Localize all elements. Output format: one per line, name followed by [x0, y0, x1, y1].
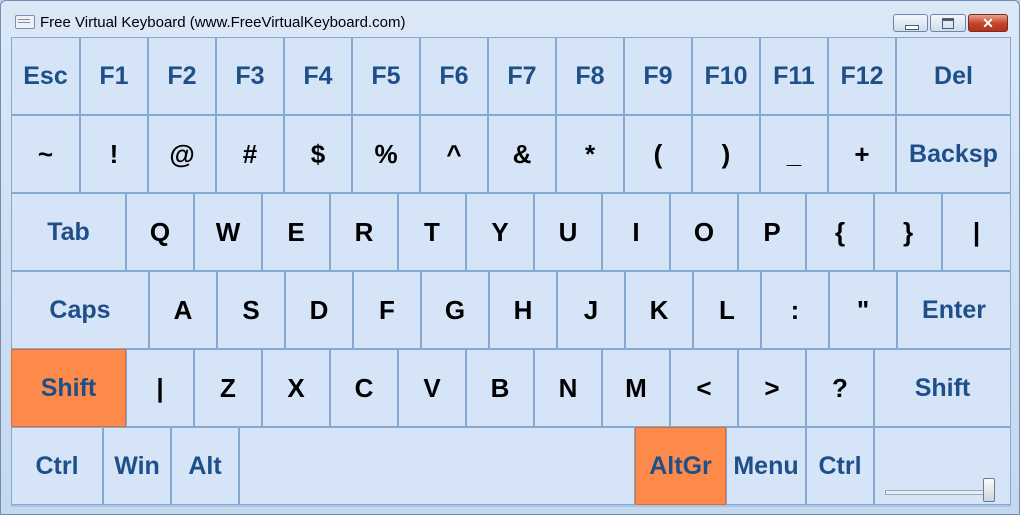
key-left-shift[interactable]: Shift: [11, 349, 126, 427]
key-f1[interactable]: F1: [80, 37, 148, 115]
key-colon[interactable]: :: [761, 271, 829, 349]
key-t[interactable]: T: [398, 193, 466, 271]
window-title: Free Virtual Keyboard (www.FreeVirtualKe…: [40, 14, 406, 31]
key-esc[interactable]: Esc: [11, 37, 80, 115]
key-f10[interactable]: F10: [692, 37, 760, 115]
key-pipe[interactable]: |: [942, 193, 1011, 271]
key-right-brace[interactable]: }: [874, 193, 942, 271]
key-o[interactable]: O: [670, 193, 738, 271]
key-e[interactable]: E: [262, 193, 330, 271]
key-f3[interactable]: F3: [216, 37, 284, 115]
key-pipe-2[interactable]: |: [126, 349, 194, 427]
key-z[interactable]: Z: [194, 349, 262, 427]
key-left-paren[interactable]: (: [624, 115, 692, 193]
key-plus[interactable]: +: [828, 115, 896, 193]
key-backspace[interactable]: Backsp: [896, 115, 1011, 193]
key-f11[interactable]: F11: [760, 37, 828, 115]
minimize-button[interactable]: [893, 14, 928, 32]
key-d[interactable]: D: [285, 271, 353, 349]
key-caret[interactable]: ^: [420, 115, 488, 193]
key-y[interactable]: Y: [466, 193, 534, 271]
key-f[interactable]: F: [353, 271, 421, 349]
key-u[interactable]: U: [534, 193, 602, 271]
key-a[interactable]: A: [149, 271, 217, 349]
key-f8[interactable]: F8: [556, 37, 624, 115]
key-asterisk[interactable]: *: [556, 115, 624, 193]
key-f12[interactable]: F12: [828, 37, 896, 115]
key-i[interactable]: I: [602, 193, 670, 271]
key-left-brace[interactable]: {: [806, 193, 874, 271]
key-underscore[interactable]: _: [760, 115, 828, 193]
transparency-slider-track[interactable]: [885, 490, 995, 495]
key-altgr[interactable]: AltGr: [635, 427, 726, 505]
key-f2[interactable]: F2: [148, 37, 216, 115]
key-question[interactable]: ?: [806, 349, 874, 427]
key-g[interactable]: G: [421, 271, 489, 349]
key-alt[interactable]: Alt: [171, 427, 239, 505]
key-r[interactable]: R: [330, 193, 398, 271]
key-del[interactable]: Del: [896, 37, 1011, 115]
keyboard: Esc F1 F2 F3 F4 F5 F6 F7 F8 F9 F10 F11 F…: [11, 37, 1011, 507]
key-ampersand[interactable]: &: [488, 115, 556, 193]
maximize-button[interactable]: [930, 14, 966, 32]
key-hash[interactable]: #: [216, 115, 284, 193]
key-dollar[interactable]: $: [284, 115, 352, 193]
key-v[interactable]: V: [398, 349, 466, 427]
key-right-paren[interactable]: ): [692, 115, 760, 193]
key-at[interactable]: @: [148, 115, 216, 193]
key-win[interactable]: Win: [103, 427, 171, 505]
key-w[interactable]: W: [194, 193, 262, 271]
key-x[interactable]: X: [262, 349, 330, 427]
key-f4[interactable]: F4: [284, 37, 352, 115]
key-greater-than[interactable]: >: [738, 349, 806, 427]
title-bar[interactable]: Free Virtual Keyboard (www.FreeVirtualKe…: [1, 1, 1019, 37]
key-f5[interactable]: F5: [352, 37, 420, 115]
transparency-slider-thumb[interactable]: [982, 478, 995, 502]
key-j[interactable]: J: [557, 271, 625, 349]
key-c[interactable]: C: [330, 349, 398, 427]
key-left-ctrl[interactable]: Ctrl: [11, 427, 103, 505]
key-right-ctrl[interactable]: Ctrl: [806, 427, 874, 505]
key-tab[interactable]: Tab: [11, 193, 126, 271]
key-menu[interactable]: Menu: [726, 427, 806, 505]
keyboard-window: Free Virtual Keyboard (www.FreeVirtualKe…: [0, 0, 1020, 515]
transparency-slider-panel: [874, 427, 1011, 505]
key-p[interactable]: P: [738, 193, 806, 271]
key-enter[interactable]: Enter: [897, 271, 1011, 349]
key-f6[interactable]: F6: [420, 37, 488, 115]
key-quote[interactable]: ": [829, 271, 897, 349]
key-q[interactable]: Q: [126, 193, 194, 271]
key-s[interactable]: S: [217, 271, 285, 349]
key-f9[interactable]: F9: [624, 37, 692, 115]
key-h[interactable]: H: [489, 271, 557, 349]
key-right-shift[interactable]: Shift: [874, 349, 1011, 427]
key-less-than[interactable]: <: [670, 349, 738, 427]
key-tilde[interactable]: ~: [11, 115, 80, 193]
keyboard-app-icon: [15, 15, 35, 29]
key-space[interactable]: [239, 427, 635, 505]
key-k[interactable]: K: [625, 271, 693, 349]
key-l[interactable]: L: [693, 271, 761, 349]
key-exclamation[interactable]: !: [80, 115, 148, 193]
key-b[interactable]: B: [466, 349, 534, 427]
key-m[interactable]: M: [602, 349, 670, 427]
key-caps-lock[interactable]: Caps: [11, 271, 149, 349]
key-f7[interactable]: F7: [488, 37, 556, 115]
key-percent[interactable]: %: [352, 115, 420, 193]
key-n[interactable]: N: [534, 349, 602, 427]
close-button[interactable]: [968, 14, 1008, 32]
